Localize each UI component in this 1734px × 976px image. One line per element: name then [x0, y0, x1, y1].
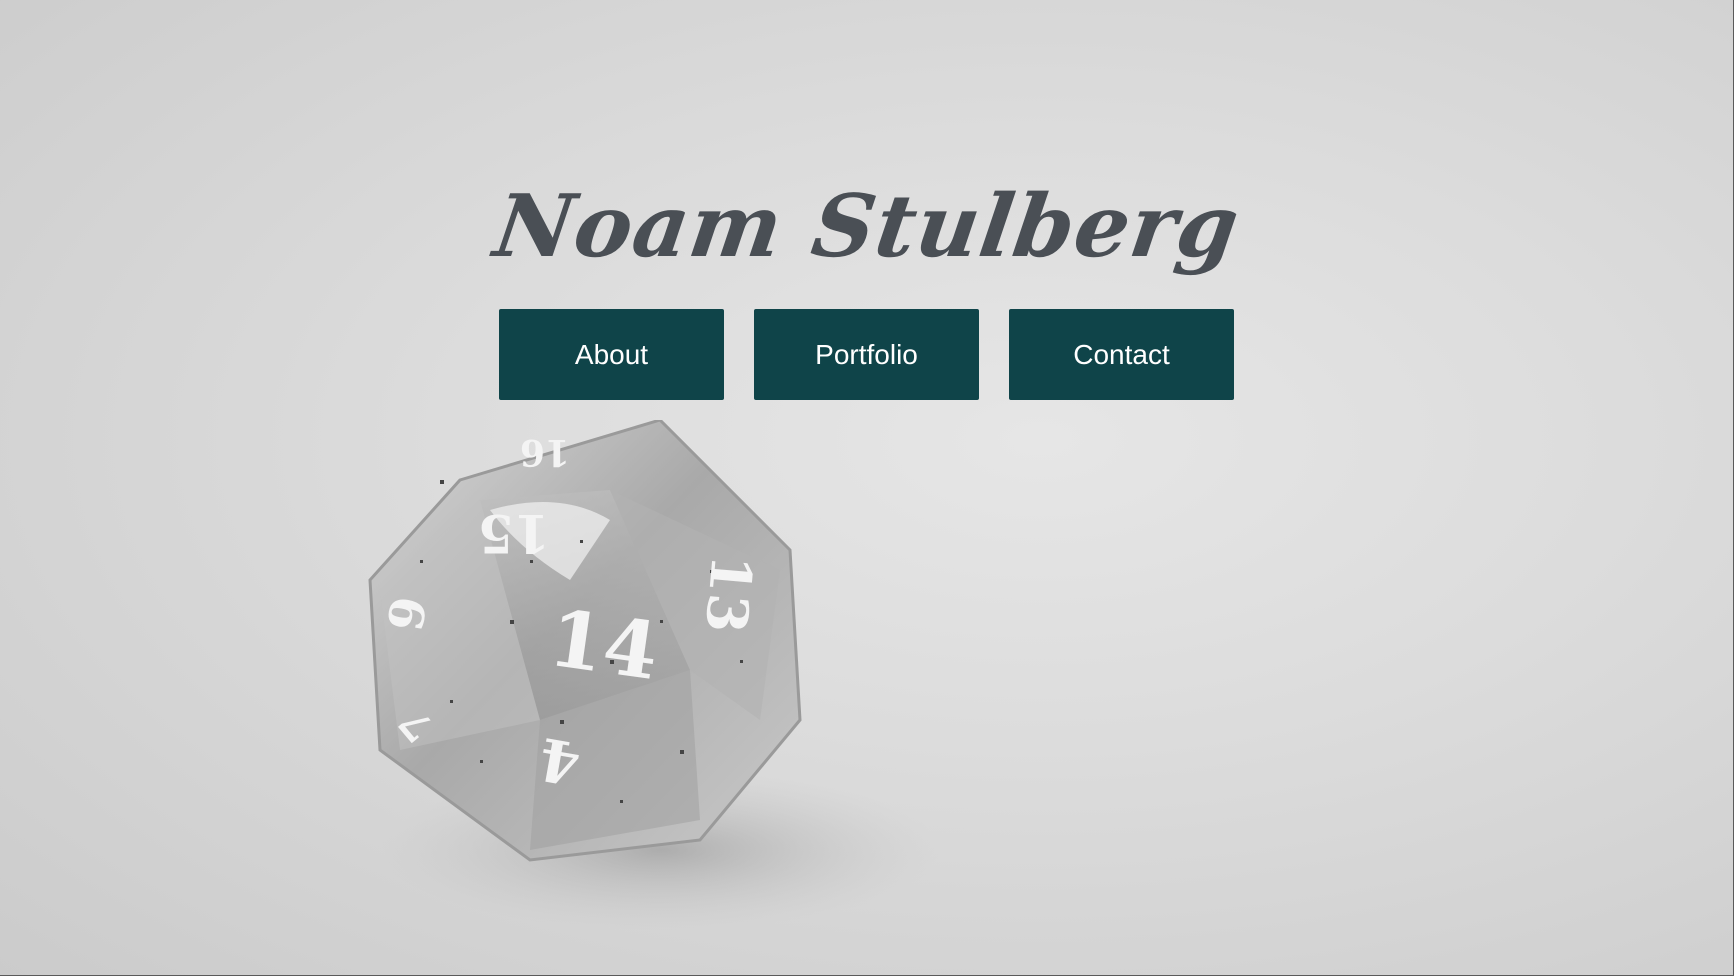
- die-number-16: 16: [520, 431, 570, 473]
- hero-d20-die-image: 16 15 13 14 9 7 4: [360, 420, 980, 960]
- page: Noam Stulberg About Portfolio Contact 16…: [0, 0, 1734, 976]
- die-number-15: 15: [478, 502, 550, 563]
- main-nav: About Portfolio Contact: [499, 309, 1234, 400]
- nav-contact-button[interactable]: Contact: [1009, 309, 1234, 400]
- die-number-13: 13: [692, 552, 765, 635]
- site-title: Noam Stulberg: [488, 175, 1246, 277]
- nav-portfolio-button[interactable]: Portfolio: [754, 309, 979, 400]
- nav-about-button[interactable]: About: [499, 309, 724, 400]
- die-number-14: 14: [544, 593, 664, 698]
